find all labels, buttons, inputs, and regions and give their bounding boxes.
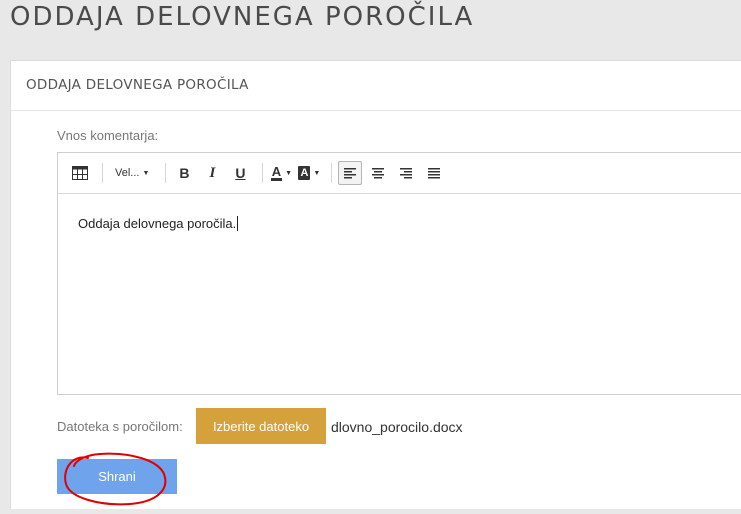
panel-heading: ODDAJA DELOVNEGA POROČILA (11, 61, 741, 111)
choose-file-button[interactable]: Izberite datoteko (196, 408, 326, 444)
underline-button[interactable]: U (228, 161, 252, 185)
background-color-icon: A (298, 166, 311, 180)
chevron-down-icon: ▼ (313, 169, 321, 177)
align-left-icon (344, 167, 357, 178)
align-center-icon (372, 167, 385, 178)
toolbar-divider (262, 163, 264, 183)
text-color-icon: A (270, 163, 283, 181)
toolbar-divider (331, 163, 333, 183)
bold-button[interactable]: B (172, 161, 196, 185)
comment-label: Vnos komentarja: (57, 128, 159, 143)
page-title: ODDAJA DELOVNEGA POROČILA (10, 2, 475, 32)
toolbar-divider (165, 163, 167, 183)
align-right-icon (400, 167, 413, 178)
text-color-button[interactable]: A ▼ (269, 161, 293, 185)
report-panel: ODDAJA DELOVNEGA POROČILA Vnos komentarj… (10, 60, 741, 509)
comment-text: Oddaja delovnega poročila. (78, 216, 237, 231)
file-label: Datoteka s poročilom: (57, 419, 183, 434)
chevron-down-icon: ▼ (142, 169, 150, 177)
align-left-button[interactable] (338, 161, 363, 185)
font-size-select[interactable]: Vel... ▼ (109, 161, 155, 185)
align-center-button[interactable] (366, 161, 390, 185)
background-color-button[interactable]: A ▼ (297, 161, 321, 185)
comment-editor: Vel... ▼ B I U A ▼ A ▼ Oddaja delovnega … (57, 152, 741, 395)
text-cursor (237, 216, 239, 231)
toolbar-divider (102, 163, 103, 183)
comment-text-area[interactable]: Oddaja delovnega poročila. (58, 194, 741, 231)
table-icon[interactable] (68, 161, 92, 185)
align-right-button[interactable] (394, 161, 418, 185)
editor-toolbar: Vel... ▼ B I U A ▼ A ▼ (58, 153, 741, 194)
chevron-down-icon: ▼ (285, 169, 293, 177)
align-justify-button[interactable] (422, 161, 446, 185)
italic-button[interactable]: I (200, 161, 224, 185)
annotation-circle (64, 452, 167, 506)
selected-file-name: dlovno_porocilo.docx (331, 419, 463, 435)
font-size-select-label: Vel... (115, 167, 140, 179)
align-justify-icon (428, 167, 441, 178)
